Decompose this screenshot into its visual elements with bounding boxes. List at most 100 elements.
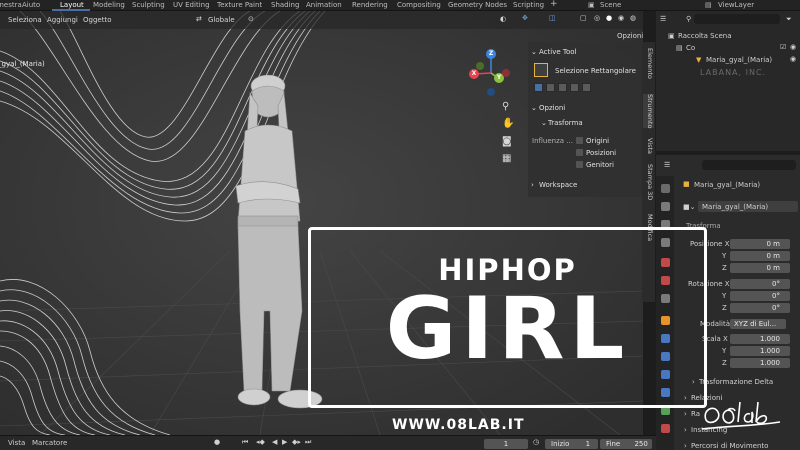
rotation-mode-dropdown[interactable]: XYZ di Eul... [730, 319, 786, 329]
gizmo-x-axis[interactable]: X [469, 69, 479, 79]
menu-help[interactable]: Aiuto [22, 1, 40, 9]
outliner-filter-icon[interactable]: ⚲ [686, 15, 691, 23]
chevron-right-icon[interactable]: › [531, 181, 534, 189]
rendered-shading-icon[interactable]: ◍ [630, 14, 636, 22]
chevron-right-icon[interactable]: › [684, 410, 687, 418]
filter-funnel-icon[interactable]: ⏷ [786, 15, 792, 24]
timeline-view-menu[interactable]: Vista [8, 439, 25, 447]
current-frame-field[interactable]: 1 [484, 439, 528, 449]
tab-animation[interactable]: Animation [306, 1, 342, 9]
mode-subtract-icon[interactable] [558, 83, 567, 92]
eye-icon[interactable]: ◉ [790, 55, 796, 63]
chevron-right-icon[interactable]: › [684, 426, 687, 434]
tab-3d-print[interactable]: Stampa 3D [643, 164, 654, 200]
rotation-y-field[interactable]: 0° [730, 291, 790, 301]
gizmo-toggle-icon[interactable]: ✥ [522, 14, 528, 22]
viewlayer-selector[interactable]: ViewLayer [718, 1, 754, 9]
mode-invert-icon[interactable] [570, 83, 579, 92]
pivot-icon[interactable]: ⊙ [248, 15, 254, 23]
scale-x-field[interactable]: 1.000 [730, 334, 790, 344]
pan-hand-icon[interactable]: ✋ [502, 118, 514, 129]
tab-texture-paint[interactable]: Texture Paint [217, 1, 262, 9]
chevron-down-icon[interactable]: ⌄ [531, 48, 537, 56]
gizmo-neg-y[interactable] [476, 62, 484, 70]
tab-tool[interactable]: Strumento [643, 94, 654, 129]
location-x-field[interactable]: 0 m [730, 239, 790, 249]
eye-icon[interactable]: ◉ [790, 43, 796, 51]
tab-item[interactable]: Elemento [643, 48, 654, 79]
properties-editor-icon[interactable]: ☰ [664, 161, 670, 169]
tab-geometry-nodes[interactable]: Geometry Nodes [448, 1, 507, 9]
solid-shading-icon[interactable]: ● [606, 14, 612, 22]
workspace-header[interactable]: Workspace [539, 181, 577, 189]
select-box-tool-icon[interactable] [534, 63, 548, 77]
affect-origins-checkbox[interactable] [576, 137, 583, 144]
tab-rendering[interactable]: Rendering [352, 1, 388, 9]
next-keyframe-icon[interactable]: ◆▸ [292, 438, 301, 446]
transform-orientation-dropdown[interactable]: Globale [208, 16, 235, 24]
scale-z-field[interactable]: 1.000 [730, 358, 790, 368]
zoom-icon[interactable]: ⚲ [502, 101, 509, 112]
scene-icon[interactable]: ▣ [588, 1, 595, 9]
outliner-object-item[interactable]: Maria_gyal_(Maria) [706, 56, 772, 64]
gizmo-z-axis[interactable]: Z [486, 49, 496, 59]
collections-section[interactable]: Ra [691, 410, 700, 418]
jump-end-icon[interactable]: ⏭ [305, 438, 311, 447]
rotation-z-field[interactable]: 0° [730, 303, 790, 313]
material-shading-icon[interactable]: ◉ [618, 14, 624, 22]
timeline-marker-menu[interactable]: Marcatore [32, 439, 67, 447]
frame-start-field[interactable]: Inizio 1 [545, 439, 598, 449]
exclude-checkbox-icon[interactable]: ☑ [780, 43, 786, 51]
prev-keyframe-icon[interactable]: ◂◆ [256, 438, 265, 446]
xray-icon[interactable]: ▢ [580, 14, 587, 22]
active-tool-header[interactable]: Active Tool [539, 48, 576, 56]
play-icon[interactable]: ▶ [282, 438, 287, 446]
chevron-down-icon[interactable]: ⌄ [531, 104, 537, 112]
transform-orientation-icon[interactable]: ⇄ [196, 15, 202, 23]
location-z-field[interactable]: 0 m [730, 263, 790, 273]
frame-end-field[interactable]: Fine 250 [600, 439, 652, 449]
mode-extend-icon[interactable] [546, 83, 555, 92]
properties-search-input[interactable] [702, 160, 796, 170]
jump-start-icon[interactable]: ⏮ [242, 438, 248, 447]
affect-positions-checkbox[interactable] [576, 149, 583, 156]
tab-scripting[interactable]: Scripting [513, 1, 544, 9]
scale-y-field[interactable]: 1.000 [730, 346, 790, 356]
camera-icon[interactable]: ◙ [502, 136, 512, 147]
mode-new-icon[interactable] [534, 83, 543, 92]
transform-subheader[interactable]: Trasforma [548, 119, 583, 127]
affect-parents-checkbox[interactable] [576, 161, 583, 168]
tab-shading[interactable]: Shading [271, 1, 299, 9]
add-workspace-icon[interactable]: + [550, 0, 558, 9]
outliner-editor-icon[interactable]: ☰ [660, 15, 666, 23]
motion-paths-section[interactable]: Percorsi di Movimento [691, 442, 768, 450]
mode-intersect-icon[interactable] [582, 83, 591, 92]
object-menu[interactable]: Oggetto [83, 16, 111, 24]
viewlayer-icon[interactable]: ▤ [705, 1, 712, 9]
visibility-icon[interactable]: ◐ [500, 15, 506, 23]
play-reverse-icon[interactable]: ◀ [272, 438, 277, 446]
tab-sculpting[interactable]: Sculpting [132, 1, 165, 9]
chevron-right-icon[interactable]: › [684, 442, 687, 450]
tab-layout[interactable]: Layout [60, 1, 84, 9]
navigation-gizmo[interactable]: Z X Y [466, 48, 516, 98]
scene-collection-item[interactable]: Raccolta Scena [678, 32, 732, 40]
menu-window[interactable]: Finestra [0, 1, 22, 9]
select-menu[interactable]: Seleziona [8, 16, 42, 24]
options-header[interactable]: Opzioni [539, 104, 565, 112]
object-datablock-icon[interactable]: ■⌄ [683, 203, 695, 211]
viewport-options-button[interactable]: Opzioni [617, 32, 643, 40]
perspective-grid-icon[interactable]: ▦ [502, 153, 511, 164]
location-y-field[interactable]: 0 m [730, 251, 790, 261]
chevron-down-icon[interactable]: ⌄ [541, 119, 547, 127]
gizmo-neg-z[interactable] [487, 88, 495, 96]
add-menu[interactable]: Aggiungi [47, 16, 78, 24]
tab-modeling[interactable]: Modeling [93, 1, 125, 9]
scene-selector[interactable]: Scene [600, 1, 621, 9]
delta-transform-section[interactable]: Trasformazione Delta [699, 378, 773, 386]
material-tab-icon[interactable] [661, 424, 670, 433]
render-tab-icon[interactable] [661, 202, 670, 211]
tab-compositing[interactable]: Compositing [397, 1, 441, 9]
rotation-x-field[interactable]: 0° [730, 279, 790, 289]
outliner-search-input[interactable] [694, 14, 780, 24]
